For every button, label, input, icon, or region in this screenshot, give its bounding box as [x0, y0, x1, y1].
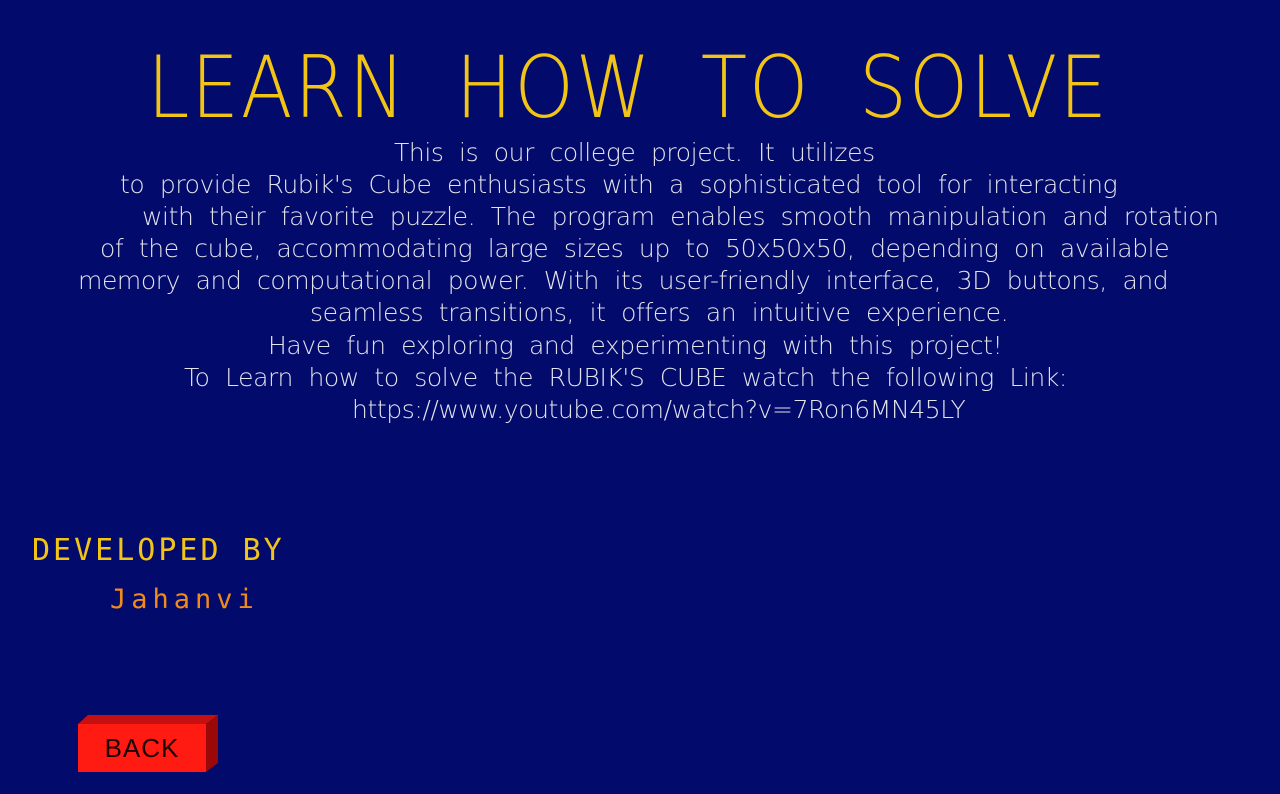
- back-button-label: BACK: [104, 733, 180, 763]
- description-line: Have fun exploring and experimenting wit…: [268, 331, 1003, 360]
- developer-name: Jahanvi: [110, 584, 259, 615]
- description-line: to provide Rubik's Cube enthusiasts with…: [120, 170, 1118, 199]
- description-line: with their favorite puzzle. The program …: [142, 202, 1219, 231]
- developed-by-heading: DEVELOPED BY: [32, 533, 285, 568]
- about-screen: LEARN HOW TO SOLVE This is our college p…: [0, 0, 1280, 794]
- description-line: This is our college project. It utilizes: [394, 138, 875, 167]
- tutorial-link[interactable]: https://www.youtube.com/watch?v=7Ron6MN4…: [352, 394, 966, 426]
- page-title: LEARN HOW TO SOLVE: [147, 38, 1109, 138]
- back-button[interactable]: BACK: [78, 715, 218, 773]
- description-line: To Learn how to solve the RUBIK'S CUBE w…: [184, 363, 1067, 392]
- description-line: seamless transitions, it offers an intui…: [310, 298, 1009, 327]
- description-line: of the cube, accommodating large sizes u…: [100, 234, 1170, 263]
- description-line: memory and computational power. With its…: [78, 266, 1169, 295]
